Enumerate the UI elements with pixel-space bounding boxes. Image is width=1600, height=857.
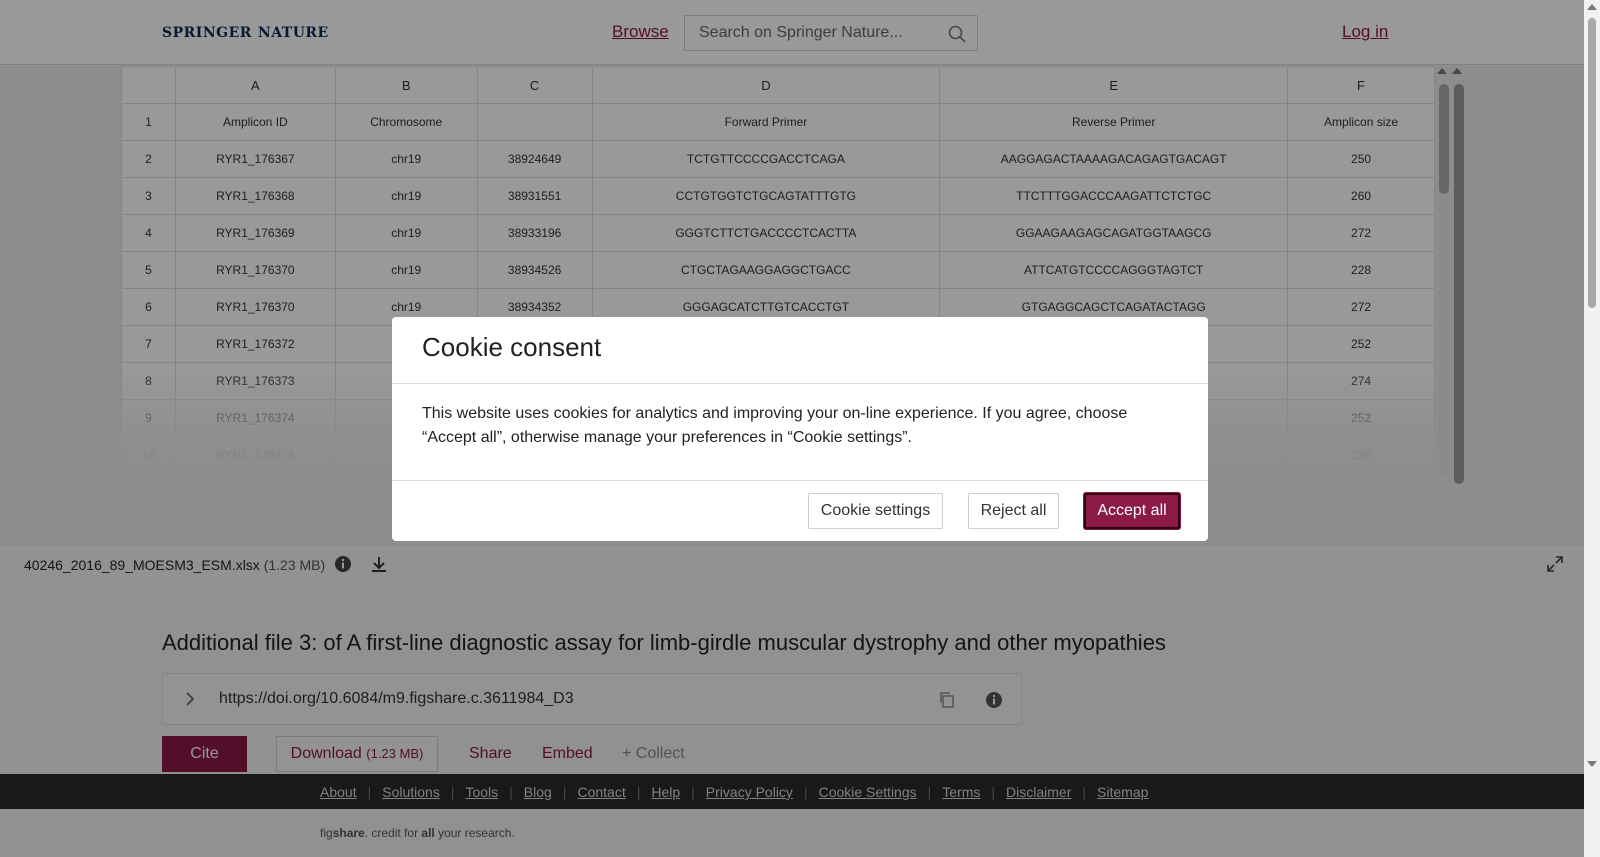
modal-overlay[interactable]: Cookie consent This website uses cookies… — [0, 0, 1584, 857]
cookie-consent-dialog: Cookie consent This website uses cookies… — [392, 317, 1208, 541]
accept-all-button[interactable]: Accept all — [1084, 493, 1180, 529]
page-scrollbar[interactable] — [1584, 0, 1600, 857]
scroll-up-arrow[interactable] — [1587, 4, 1597, 10]
page-scroll-thumb[interactable] — [1588, 18, 1596, 308]
dialog-header: Cookie consent — [392, 317, 1208, 384]
cookie-settings-button[interactable]: Cookie settings — [808, 493, 943, 529]
dialog-divider — [392, 480, 1208, 481]
dialog-body: This website uses cookies for analytics … — [422, 405, 1128, 446]
scroll-down-arrow[interactable] — [1587, 761, 1597, 767]
dialog-title: Cookie consent — [422, 332, 602, 362]
reject-all-button[interactable]: Reject all — [968, 493, 1059, 529]
